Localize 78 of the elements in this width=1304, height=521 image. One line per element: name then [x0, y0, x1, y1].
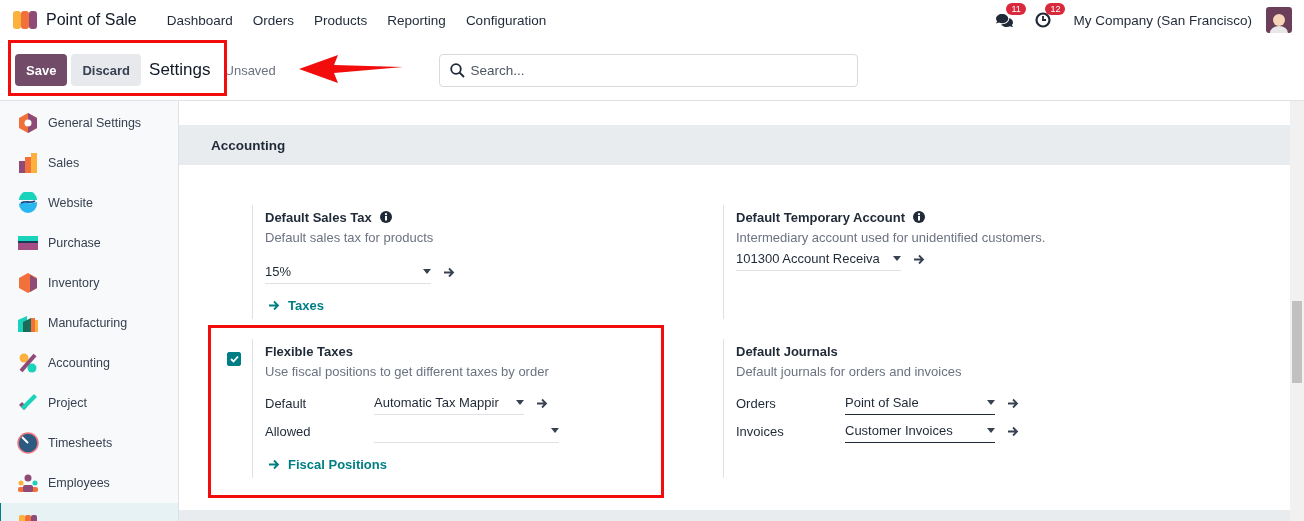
breadcrumb: Settings: [149, 60, 211, 80]
search-icon: [449, 62, 465, 78]
sidebar-item[interactable]: Manufacturing: [0, 303, 178, 343]
caret-icon: [551, 428, 559, 433]
select-field[interactable]: Point of Sale: [845, 391, 995, 415]
sidebar-item[interactable]: General Settings: [0, 103, 178, 143]
sidebar-item[interactable]: Project: [0, 383, 178, 423]
clock-icon[interactable]: [1035, 12, 1052, 28]
awning-logo-icon: [12, 9, 38, 31]
app-title: Point of Sale: [46, 11, 137, 29]
sidebar-item[interactable]: Accounting: [0, 343, 178, 383]
timer-icon: [17, 432, 39, 454]
arrow-right-icon: [443, 266, 455, 278]
menu-item[interactable]: Products: [304, 12, 378, 28]
setting-title: Default Temporary Account: [736, 209, 906, 225]
setting-title: Default Journals: [736, 343, 838, 359]
caret-icon: [423, 269, 431, 274]
save-button[interactable]: Save: [15, 54, 68, 86]
open-record-button[interactable]: [913, 253, 925, 265]
chat-icon: [996, 11, 1014, 29]
arrow-right-icon: [1007, 425, 1019, 437]
setting-title: Default Sales Tax: [265, 209, 372, 225]
field-label: Orders: [736, 395, 777, 411]
sidebar-item[interactable]: Inventory: [0, 263, 178, 303]
scrollbar-thumb[interactable]: [1292, 301, 1302, 383]
sidebar-item[interactable]: Sales: [0, 143, 178, 183]
setting-description: Default journals for orders and invoices: [736, 364, 963, 379]
select-field[interactable]: Automatic Tax Mappir: [374, 391, 524, 415]
messages-button[interactable]: [996, 11, 1014, 29]
sidebar-item[interactable]: Timesheets: [0, 423, 178, 463]
open-record-button[interactable]: [443, 266, 455, 278]
hexagon-icon: [17, 112, 39, 134]
cube-icon: [17, 272, 39, 294]
info-icon: [913, 211, 926, 223]
select-field[interactable]: 101300 Account Receiva: [736, 247, 901, 271]
people-icon: [17, 472, 39, 494]
bar-chart-icon: [17, 152, 39, 174]
setting-description: Intermediary account used for unidentified customers.: [736, 230, 1047, 245]
section-title: Accounting: [211, 137, 286, 153]
arrow-right-icon: [1007, 397, 1019, 409]
cross-icon: [17, 352, 39, 374]
setting-description: Use fiscal positions to get different taxes by order: [265, 364, 550, 379]
caret-icon: [987, 400, 995, 405]
field-label: Allowed: [265, 423, 312, 439]
setting-description: Default sales tax for products: [265, 230, 435, 245]
menu-item[interactable]: Configuration: [455, 12, 557, 28]
settings-link[interactable]: Fiscal Positions: [268, 457, 387, 472]
count-badge: 12: [1045, 3, 1066, 15]
menu-item[interactable]: Orders: [242, 12, 305, 28]
menu-item[interactable]: Reporting: [377, 12, 456, 28]
sidebar-item[interactable]: Website: [0, 183, 178, 223]
sidebar-item[interactable]: Employees: [0, 463, 178, 503]
arrow-right-icon: [268, 459, 280, 470]
open-record-button[interactable]: [536, 397, 548, 409]
menu-item[interactable]: Dashboard: [156, 12, 243, 28]
arrow-right-icon: [268, 300, 280, 311]
select-field[interactable]: 15%: [265, 260, 431, 284]
caret-icon: [893, 256, 901, 261]
user-avatar[interactable]: [1266, 7, 1292, 33]
field-label: Invoices: [736, 423, 785, 439]
field-label: Default: [265, 395, 308, 411]
company-switcher[interactable]: My Company (San Francisco): [1073, 12, 1252, 28]
setting-title: Flexible Taxes: [265, 343, 353, 359]
search-field[interactable]: Search...: [438, 53, 858, 87]
discard-button[interactable]: Discard: [71, 54, 142, 86]
wave-circle-icon: [17, 192, 39, 214]
arrow-right-icon: [536, 397, 548, 409]
caret-icon: [516, 400, 524, 405]
select-field[interactable]: Customer Invoices: [845, 419, 995, 443]
count-badge: 11: [1006, 2, 1026, 15]
checkbox[interactable]: [227, 352, 241, 366]
sidebar-item[interactable]: Purchase: [0, 223, 178, 263]
open-record-button[interactable]: [1007, 397, 1019, 409]
arrow-right-icon: [913, 253, 925, 265]
settings-link[interactable]: Taxes: [268, 298, 324, 313]
info-icon: [379, 211, 392, 223]
caret-icon: [987, 428, 995, 433]
open-record-button[interactable]: [1007, 425, 1019, 437]
